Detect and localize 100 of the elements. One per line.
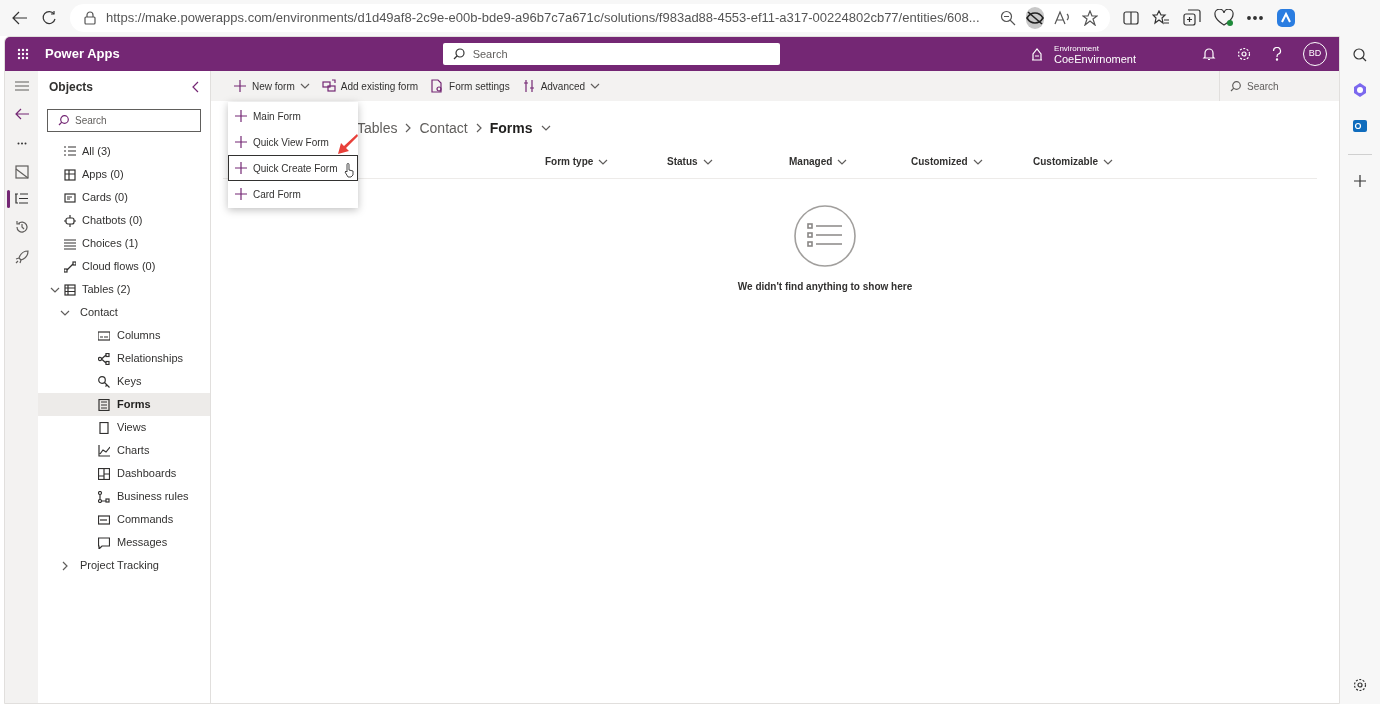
header-search-field[interactable]: Search — [442, 43, 780, 65]
plus-icon — [235, 136, 247, 148]
column-header[interactable]: Form type — [545, 154, 667, 169]
breadcrumb-item[interactable]: Tables — [357, 117, 398, 139]
search-placeholder: Search — [472, 46, 508, 62]
tree-item[interactable]: Forms — [38, 393, 210, 416]
app-launcher-icon[interactable] — [17, 48, 29, 60]
command-button[interactable]: Advanced — [521, 74, 601, 98]
column-header[interactable]: Managed — [789, 154, 911, 169]
plus-icon — [235, 162, 247, 174]
objects-tree-icon[interactable] — [15, 193, 28, 204]
column-header[interactable]: Customized — [911, 154, 1033, 169]
empty-list-icon — [794, 205, 856, 267]
search-icon[interactable] — [1353, 48, 1367, 62]
tree-item[interactable]: Chatbots (0) — [38, 209, 210, 232]
tree-item[interactable]: Choices (1) — [38, 232, 210, 255]
chevron-down-icon — [702, 158, 713, 165]
menu-item[interactable]: Card Form — [228, 181, 358, 207]
rocket-icon[interactable] — [14, 250, 29, 264]
search-icon — [58, 115, 69, 126]
more-icon[interactable] — [1247, 16, 1263, 20]
key-icon — [98, 375, 110, 388]
column-icon — [98, 329, 110, 342]
environment-name[interactable]: CoeEnvirnoment — [1054, 54, 1136, 65]
card-icon — [64, 191, 76, 204]
column-header[interactable]: Customizable — [1033, 154, 1155, 169]
chart-icon — [98, 444, 110, 457]
empty-state-message: We didn't find anything to show here — [737, 280, 913, 294]
tree-item[interactable]: Tables (2) — [38, 278, 210, 301]
breadcrumb-item[interactable]: Contact — [419, 117, 468, 139]
tree-item[interactable]: Keys — [38, 370, 210, 393]
command-button[interactable]: Add existing form — [321, 74, 419, 98]
plus-icon — [235, 188, 247, 200]
menu-item[interactable]: Main Form — [228, 103, 358, 129]
form-settings-icon — [430, 79, 445, 93]
tree-item[interactable]: Messages — [38, 531, 210, 554]
command-button[interactable]: Form settings — [430, 74, 510, 98]
plus-icon[interactable] — [1354, 175, 1366, 187]
view-icon — [98, 421, 110, 434]
bell-icon[interactable] — [1202, 47, 1216, 61]
history-icon[interactable] — [14, 220, 29, 234]
dashboard-icon — [98, 467, 110, 480]
command-icon — [98, 513, 110, 526]
chevron-right-icon[interactable] — [60, 560, 70, 571]
tree-item[interactable]: Columns — [38, 324, 210, 347]
chevron-right-icon — [475, 123, 482, 133]
tree-item[interactable]: Project Tracking — [38, 554, 210, 577]
collections-icon[interactable] — [1183, 9, 1201, 27]
list-icon — [64, 237, 76, 250]
chevron-down-icon — [837, 158, 848, 165]
split-screen-icon[interactable] — [1123, 10, 1139, 26]
more-icon[interactable] — [16, 142, 27, 145]
lock-icon — [84, 11, 96, 25]
eye-slash-icon[interactable] — [1025, 7, 1044, 29]
pointer-arrow-icon — [335, 132, 359, 156]
star-icon[interactable] — [1081, 10, 1098, 26]
chevron-down-icon — [540, 125, 551, 131]
collapse-chevron-icon[interactable] — [191, 81, 199, 93]
read-aloud-icon[interactable] — [1053, 10, 1072, 26]
back-arrow-icon[interactable] — [12, 11, 28, 25]
business-rule-icon — [98, 490, 110, 503]
search-placeholder: Search — [75, 114, 107, 128]
tree-item[interactable]: Commands — [38, 508, 210, 531]
form-icon — [98, 398, 110, 411]
column-header[interactable]: Status — [667, 154, 789, 169]
tree-item[interactable]: Apps (0) — [38, 163, 210, 186]
grid-icon — [64, 168, 76, 181]
table-icon — [64, 283, 76, 296]
settings-icon[interactable] — [1353, 678, 1367, 692]
command-search-field[interactable]: Search — [1219, 71, 1339, 101]
pane-title: Objects — [49, 79, 94, 96]
tree-item[interactable]: Charts — [38, 439, 210, 462]
relationship-icon — [98, 352, 110, 365]
help-icon[interactable] — [1272, 47, 1282, 61]
address-bar[interactable]: https://make.powerapps.com/environments/d1d49af8-2c9e-e00b-bde9-a96b7c7a671c/solutions/f983ad88-4553-ef11-a317-00224802cb77/entities/608... — [70, 4, 1110, 32]
tree-item[interactable]: Contact — [38, 301, 210, 324]
refresh-icon[interactable] — [41, 10, 57, 26]
tree-item[interactable]: Dashboards — [38, 462, 210, 485]
menu-item[interactable]: Quick View Form — [228, 129, 358, 155]
tree-item[interactable]: Cloud flows (0) — [38, 255, 210, 278]
favorites-icon[interactable] — [1152, 10, 1170, 26]
tree-item[interactable]: Views — [38, 416, 210, 439]
message-icon — [98, 536, 110, 549]
url-text: https://make.powerapps.com/environments/d1d49af8-2c9e-e00b-bde9-a96b7c7a671c/solutions/f983ad88-4553-ef11-a317-00224802cb77/entities/608... — [106, 9, 980, 28]
mail-icon[interactable] — [1352, 118, 1368, 134]
flow-icon — [64, 260, 76, 273]
back-arrow-icon[interactable] — [14, 108, 29, 120]
zoom-out-icon[interactable] — [999, 10, 1016, 26]
tree-item[interactable]: Cards (0) — [38, 186, 210, 209]
chevron-down-icon — [1103, 158, 1113, 165]
tree-item[interactable]: All (3) — [38, 140, 210, 163]
breadcrumb-item[interactable]: Forms — [489, 117, 533, 139]
sliders-icon — [521, 79, 536, 93]
objects-search-field[interactable]: Search — [47, 109, 201, 132]
tree-item[interactable]: Relationships — [38, 347, 210, 370]
search-icon — [452, 48, 465, 60]
tree-item[interactable]: Business rules — [38, 485, 210, 508]
command-button[interactable]: New form — [233, 74, 310, 98]
plus-icon — [233, 79, 247, 93]
selection-indicator — [7, 190, 10, 208]
